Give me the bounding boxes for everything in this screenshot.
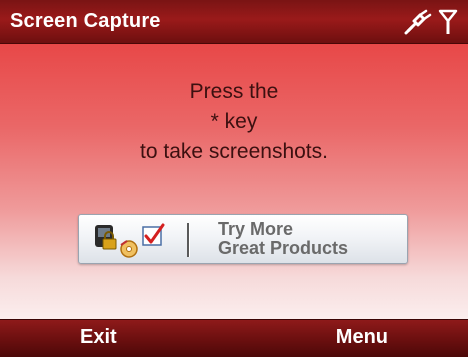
checkbox-icon	[142, 223, 165, 246]
instruction-line-2: * key	[210, 110, 258, 133]
disc-icon	[120, 240, 138, 258]
promo-label: Try More Great Products	[218, 220, 348, 258]
connection-icon	[404, 9, 432, 35]
instruction-line-3: to take screenshots.	[140, 140, 328, 163]
promo-icons	[91, 221, 181, 259]
status-icons	[404, 8, 458, 36]
screen: Screen Capture Press the * key to take s…	[0, 0, 468, 357]
instruction-text: Press the * key to take screenshots.	[0, 77, 468, 167]
promo-divider	[187, 223, 190, 257]
instruction-line-1: Press the	[189, 80, 279, 103]
app-title: Screen Capture	[10, 10, 161, 32]
softkey-bar: Exit Menu	[0, 319, 468, 357]
signal-icon	[438, 9, 458, 35]
promo-label-line-2: Great Products	[218, 238, 349, 258]
menu-softkey[interactable]: Menu	[336, 326, 388, 349]
promo-icon-group	[95, 223, 165, 258]
title-bar: Screen Capture	[0, 0, 468, 44]
try-more-products-button[interactable]: Try More Great Products	[78, 214, 408, 264]
promo-label-line-1: Try More	[218, 219, 294, 239]
exit-softkey[interactable]: Exit	[80, 326, 117, 349]
content-area: Press the * key to take screenshots. Try…	[0, 44, 468, 319]
phone-lock-icon	[95, 225, 117, 250]
